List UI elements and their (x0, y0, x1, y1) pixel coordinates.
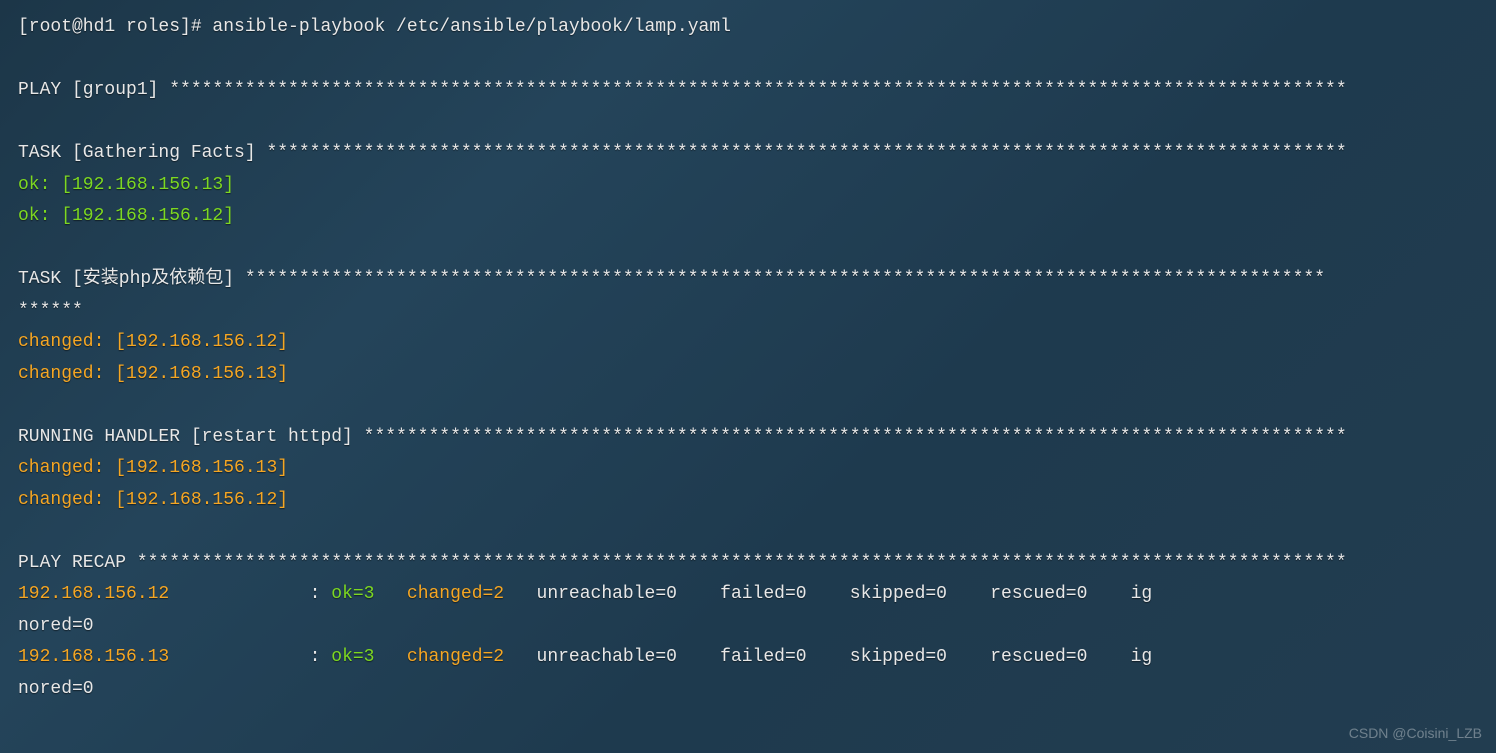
recap-host2: 192.168.156.13 (18, 647, 169, 667)
gathering-ok-host1: ok: [192.168.156.13] (18, 170, 1478, 202)
recap-header: PLAY RECAP *****************************… (18, 548, 1478, 580)
blank-line (18, 44, 1478, 76)
task-gathering-header: TASK [Gathering Facts] *****************… (18, 138, 1478, 170)
recap-ok1: ok=3 (331, 584, 407, 604)
recap-rest1: unreachable=0 failed=0 skipped=0 rescued… (537, 584, 1153, 604)
play-header: PLAY [group1] **************************… (18, 75, 1478, 107)
task-php-header: TASK [安装php及依赖包] ***********************… (18, 264, 1478, 296)
recap-wrap1: nored=0 (18, 611, 1478, 643)
recap-wrap2: nored=0 (18, 674, 1478, 706)
blank-line (18, 107, 1478, 139)
recap-host1: 192.168.156.12 (18, 584, 169, 604)
php-changed-host2: changed: [192.168.156.13] (18, 359, 1478, 391)
recap-colon2: : (169, 647, 331, 667)
recap-row-2: 192.168.156.13 : ok=3 changed=2 unreacha… (18, 642, 1478, 674)
blank-line (18, 390, 1478, 422)
php-changed-host1: changed: [192.168.156.12] (18, 327, 1478, 359)
recap-changed2: changed=2 (407, 647, 537, 667)
recap-colon1: : (169, 584, 331, 604)
blank-line (18, 516, 1478, 548)
recap-row-1: 192.168.156.12 : ok=3 changed=2 unreacha… (18, 579, 1478, 611)
recap-changed1: changed=2 (407, 584, 537, 604)
handler-changed-host1: changed: [192.168.156.13] (18, 453, 1478, 485)
handler-changed-host2: changed: [192.168.156.12] (18, 485, 1478, 517)
blank-line (18, 233, 1478, 265)
recap-ok2: ok=3 (331, 647, 407, 667)
handler-header: RUNNING HANDLER [restart httpd] ********… (18, 422, 1478, 454)
recap-rest2: unreachable=0 failed=0 skipped=0 rescued… (537, 647, 1153, 667)
command-prompt: [root@hd1 roles]# ansible-playbook /etc/… (18, 12, 1478, 44)
watermark: CSDN @Coisini_LZB (1349, 721, 1482, 746)
gathering-ok-host2: ok: [192.168.156.12] (18, 201, 1478, 233)
task-php-overflow: ****** (18, 296, 1478, 328)
